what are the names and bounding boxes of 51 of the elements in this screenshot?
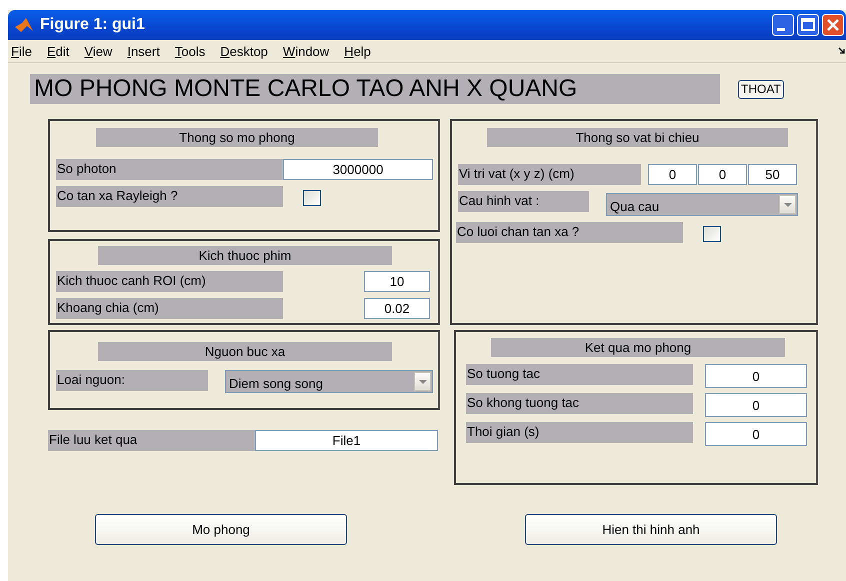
input-field[interactable]: 0 (705, 364, 807, 388)
minimize-icon[interactable] (772, 14, 794, 36)
field-label: Cau hinh vat : (458, 191, 589, 212)
close-icon[interactable] (822, 14, 844, 36)
window-title: Figure 1: gui1 (40, 16, 146, 34)
input-field[interactable]: 0 (705, 393, 807, 417)
app-icon (14, 17, 34, 33)
input-field[interactable]: File1 (255, 430, 438, 451)
panel-title: Thong so vat bi chieu (487, 128, 788, 147)
dropdown[interactable]: Diem song song (225, 370, 433, 393)
menu-item[interactable]: Window (282, 44, 330, 58)
caret-icon[interactable] (418, 380, 426, 384)
push-button[interactable]: Mo phong (95, 514, 347, 545)
field-label: Khoang chia (cm) (56, 298, 283, 319)
caret-icon[interactable] (784, 202, 792, 206)
field-label: File luu ket qua (48, 430, 255, 451)
menu-item[interactable]: View (84, 44, 112, 58)
input-field[interactable]: 3000000 (283, 159, 433, 180)
field-label: So photon (56, 159, 283, 180)
input-field[interactable]: 0 (698, 164, 747, 185)
input-field[interactable]: 50 (748, 164, 797, 185)
dropdown[interactable]: Qua cau (606, 193, 798, 216)
menu-item[interactable]: Insert (127, 44, 160, 58)
input-field[interactable]: 0.02 (364, 298, 430, 319)
panel-title: Nguon buc xa (98, 342, 392, 361)
field-label: Loai nguon: (56, 370, 208, 391)
push-button[interactable]: Hien thi hinh anh (525, 514, 777, 545)
panel-title: Thong so mo phong (96, 128, 378, 147)
field-label: So khong tuong tac (466, 393, 693, 414)
checkbox[interactable] (703, 226, 721, 242)
field-label: Co luoi chan tan xa ? (456, 222, 683, 243)
field-label: Thoi gian (s) (466, 422, 693, 443)
exit-button[interactable]: THOAT (738, 80, 784, 98)
input-field[interactable]: 0 (705, 422, 807, 446)
input-field[interactable]: 10 (364, 271, 430, 292)
field-label: Vi tri vat (x y z) (cm) (458, 164, 641, 185)
field-label: Co tan xa Rayleigh ? (56, 186, 283, 207)
menu-item[interactable]: Edit (46, 44, 70, 58)
panel-title: Kich thuoc phim (98, 246, 392, 265)
checkbox[interactable] (303, 190, 321, 206)
dock-arrow-icon[interactable] (838, 47, 846, 55)
input-field[interactable]: 0 (648, 164, 697, 185)
panel-title: Ket qua mo phong (491, 338, 785, 357)
menu-item[interactable]: File (11, 44, 32, 58)
field-label: So tuong tac (466, 364, 693, 385)
menu-item[interactable]: Desktop (220, 44, 268, 58)
maximize-icon[interactable] (797, 14, 819, 36)
field-label: Kich thuoc canh ROI (cm) (56, 271, 283, 292)
menu-item[interactable]: Tools (174, 44, 206, 58)
heading: MO PHONG MONTE CARLO TAO ANH X QUANG (30, 74, 720, 104)
menu-item[interactable]: Help (344, 44, 371, 58)
